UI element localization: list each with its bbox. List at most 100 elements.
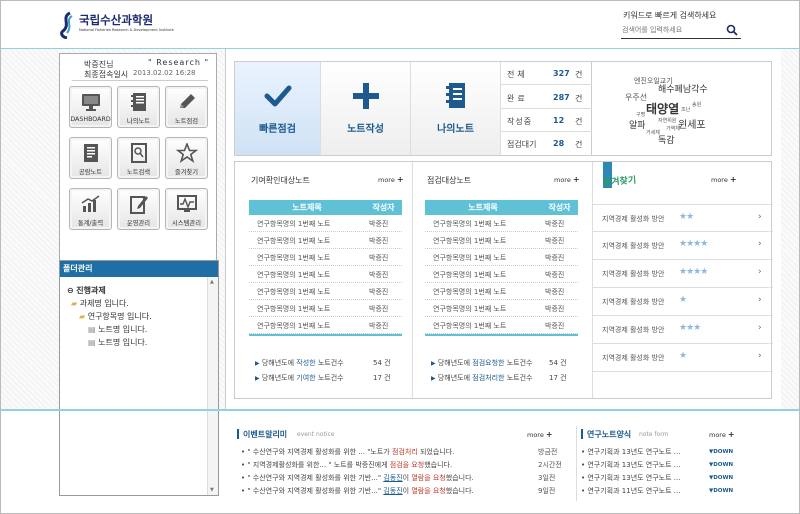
menu-statistics[interactable]: 통계/출력: [69, 188, 112, 230]
favorite-title: 지역경제 활성화 방안: [602, 326, 665, 334]
stat-row[interactable]: 점검대기 28 건: [501, 132, 592, 155]
cloud-word[interactable]: 알파: [629, 118, 646, 131]
note-title: 연구항목명의 1번째 노트: [257, 322, 331, 330]
table-row[interactable]: 연구항목명의 1번째 노트 박증진: [425, 232, 578, 249]
summary-highlight: 점검처리한: [472, 374, 505, 382]
logo[interactable]: 국립수산과학원 National Fisheries Research & De…: [59, 11, 174, 39]
table-row[interactable]: 연구항목명의 1번째 노트 박증진: [425, 249, 578, 266]
menu-note-search[interactable]: 노트검색: [117, 137, 160, 179]
tree-item-task[interactable]: ▰ 과제명 입니다.: [71, 298, 129, 309]
download-button[interactable]: ▼DOWN: [709, 449, 733, 455]
cloud-word[interactable]: 조난: [681, 106, 690, 113]
favorite-item[interactable]: 지역경제 활성화 방안 ★★★★ ›: [593, 260, 773, 288]
menu-dashboard[interactable]: DASHBOARD: [69, 86, 112, 128]
note-title: 연구항목명의 1번째 노트: [433, 322, 507, 330]
download-button[interactable]: ▼DOWN: [709, 488, 733, 494]
favorite-item[interactable]: 지역경제 활성화 방안 ★ ›: [593, 288, 773, 316]
menu-operation[interactable]: 운영관리: [117, 188, 160, 230]
form-item[interactable]: • 연구기획과 13년도 연구노트 ...: [581, 473, 761, 485]
download-button[interactable]: ▼DOWN: [709, 475, 733, 481]
summary-text: 당해년도에: [437, 359, 473, 367]
stat-row[interactable]: 전체 327 건: [501, 62, 592, 85]
cloud-word[interactable]: 태양열: [646, 100, 679, 117]
forms-more-link[interactable]: more +: [709, 430, 735, 439]
quick-check-button[interactable]: 빠른점검: [235, 62, 321, 155]
scroll-up-icon[interactable]: ▲: [210, 279, 214, 285]
tree-item-note[interactable]: ▤ 노트명 입니다.: [88, 324, 147, 335]
cloud-word[interactable]: 우주선: [625, 92, 647, 103]
table-row[interactable]: 연구항목명의 1번째 노트 박증진: [249, 232, 402, 249]
check-more-link[interactable]: more +: [554, 175, 580, 184]
stat-value: 28: [553, 139, 565, 148]
favorite-item[interactable]: 지역경제 활성화 방안 ★★ ›: [593, 204, 773, 232]
form-item[interactable]: • 연구기획과 11년도 연구노트 ...: [581, 486, 761, 498]
header: 국립수산과학원 National Fisheries Research & De…: [1, 1, 799, 49]
cloud-word[interactable]: 해수폐남각수: [658, 82, 708, 95]
favorite-title: 지역경제 활성화 방안: [602, 354, 665, 362]
event-user-link[interactable]: 김동진: [383, 474, 402, 482]
table-row[interactable]: 연구항목명의 1번째 노트 박증진: [249, 266, 402, 283]
folder-scrollbar[interactable]: ▲ ▼: [207, 277, 218, 495]
cloud-word[interactable]: 구명: [636, 111, 645, 118]
download-button[interactable]: ▼DOWN: [709, 462, 733, 468]
cloud-word[interactable]: 가역체: [666, 125, 680, 132]
favorite-item[interactable]: 지역경제 활성화 방안 ★★★ ›: [593, 316, 773, 344]
tree-item-note[interactable]: ▤ 노트명 입니다.: [88, 337, 147, 348]
search-input[interactable]: [621, 22, 721, 38]
keyword-cloud: 엔진오일교기 해수폐남각수 우주선 태양열 윈세포 조난 구명 송원 알파 거세…: [592, 61, 772, 156]
event-item[interactable]: • " 지역경제활성화를 위한... " 노트를 박증진에게 점검을 요청했습니…: [241, 460, 551, 472]
summary-highlight: 작성한: [296, 359, 316, 367]
summary-highlight: 기여한: [296, 374, 316, 382]
cloud-word[interactable]: 독감: [658, 133, 675, 146]
note-author: 박증진: [545, 220, 565, 228]
cloud-word[interactable]: 자연위원: [658, 117, 676, 124]
form-item[interactable]: • 연구기획과 13년도 연구노트 ...: [581, 447, 761, 459]
events-more-link[interactable]: more +: [527, 430, 553, 439]
stat-row[interactable]: 작성중 12 건: [501, 109, 592, 132]
scroll-down-icon[interactable]: ▼: [210, 487, 214, 493]
check-summary-processed: ▶ 당해년도에 점검처리한 노트건수: [431, 373, 533, 383]
my-notes-button[interactable]: 나의노트: [411, 62, 501, 155]
contrib-more-link[interactable]: more +: [378, 175, 404, 184]
form-title: 연구기획과 13년도 연구노트 ...: [587, 461, 681, 469]
table-row[interactable]: 연구항목명의 1번째 노트 박증진: [425, 215, 578, 232]
tree-item-research[interactable]: ▰ 연구항목명 입니다.: [79, 311, 152, 322]
table-row[interactable]: 연구항목명의 1번째 노트 박증진: [249, 283, 402, 300]
table-row[interactable]: 연구항목명의 1번째 노트 박증진: [249, 317, 402, 334]
table-row[interactable]: 연구항목명의 1번째 노트 박증진: [249, 300, 402, 317]
event-item[interactable]: • " 수산연구와 지역경제 활성화를 위한 기반..." 김동진이 열람을 요…: [241, 473, 551, 485]
triangle-icon: ▶: [255, 375, 260, 382]
write-note-button[interactable]: 노트작성: [321, 62, 411, 155]
event-user-link[interactable]: 김동진: [383, 487, 402, 495]
menu-favorites[interactable]: 즐겨찾기: [165, 137, 208, 179]
table-row[interactable]: 연구항목명의 1번째 노트 박증진: [249, 215, 402, 232]
favorite-item[interactable]: 지역경제 활성화 방안 ★★★★ ›: [593, 232, 773, 260]
menu-system[interactable]: 시스템관리: [165, 188, 208, 230]
table-row[interactable]: 연구항목명의 1번째 노트 박증진: [425, 300, 578, 317]
stat-row[interactable]: 완료 287 건: [501, 86, 592, 109]
table-row[interactable]: 연구항목명의 1번째 노트 박증진: [425, 317, 578, 334]
favorite-item[interactable]: 지역경제 활성화 방안 ★ ›: [593, 344, 773, 372]
event-item[interactable]: • " 수산연구와 지역경제 활성화를 위한 ... "노트가 점검처리 되었습…: [241, 447, 551, 459]
cloud-word[interactable]: 송원: [692, 101, 701, 108]
table-row[interactable]: 연구항목명의 1번째 노트 박증진: [425, 283, 578, 300]
panel-divider: [412, 162, 413, 398]
table-row[interactable]: 연구항목명의 1번째 노트 박증진: [249, 249, 402, 266]
events-subtitle: event notice: [297, 431, 335, 438]
rating-stars-icon: ★★★★: [679, 239, 708, 249]
menu-shared-notes[interactable]: 공람노트: [69, 137, 112, 179]
cloud-word[interactable]: 윈세포: [678, 116, 706, 131]
event-item[interactable]: • " 수산연구와 지역경제 활성화를 위한 기반..." 김동진이 열람을 요…: [241, 486, 551, 498]
stat-unit: 건: [575, 117, 583, 126]
table-row[interactable]: 연구항목명의 1번째 노트 박증진: [425, 266, 578, 283]
tree-item-project[interactable]: ⊖ 진행과제: [67, 285, 106, 296]
pencil-icon: [180, 94, 195, 108]
favorites-more-link[interactable]: more +: [711, 175, 737, 184]
menu-my-notes[interactable]: 나의노트: [117, 86, 160, 128]
search-icon[interactable]: [726, 24, 738, 36]
main-panels: 기여확인대상노트 more + 노트제목 작성자 연구항목명의 1번째 노트 박증진…: [234, 161, 773, 399]
form-item[interactable]: • 연구기획과 13년도 연구노트 ...: [581, 460, 761, 472]
stat-label: 점검대기: [507, 140, 537, 149]
user-divider: [72, 80, 208, 81]
menu-note-check[interactable]: 노트점검: [165, 86, 208, 128]
